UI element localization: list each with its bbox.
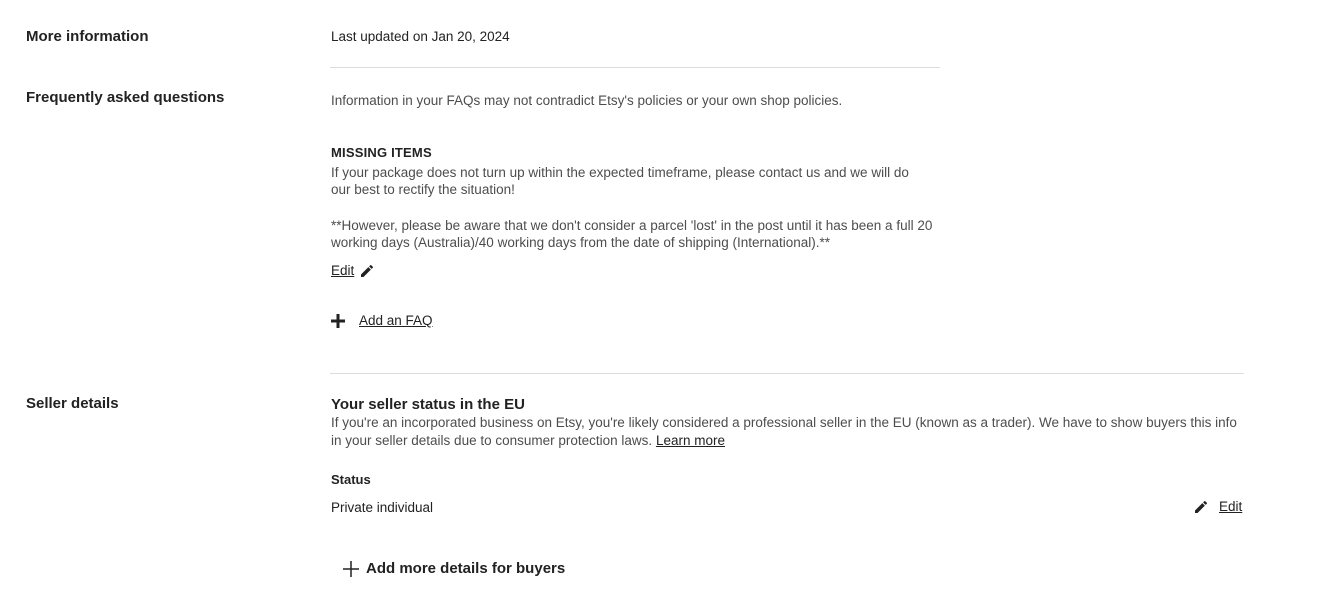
faq-item-text: **However, please be aware that we don't… <box>331 218 933 233</box>
add-faq-button[interactable]: Add an FAQ <box>331 312 433 330</box>
add-faq-label[interactable]: Add an FAQ <box>359 312 433 330</box>
faq-item-text: working days (Australia)/40 working days… <box>331 235 830 250</box>
eu-status-text: If you're an incorporated business on Et… <box>331 415 1237 430</box>
plus-icon <box>343 561 359 577</box>
learn-more-link[interactable]: Learn more <box>656 433 725 448</box>
seller-status-edit-label[interactable]: Edit <box>1219 498 1242 516</box>
pencil-icon <box>1193 499 1209 515</box>
last-updated-text: Last updated on Jan 20, 2024 <box>331 29 510 44</box>
status-value: Private individual <box>331 500 434 515</box>
divider <box>330 67 940 68</box>
faq-notice: Information in your FAQs may not contrad… <box>331 93 843 108</box>
shop-settings-page: More information Last updated on Jan 20,… <box>0 0 1327 600</box>
faq-item-text: If your package does not turn up within … <box>331 165 909 180</box>
seller-details-label: Seller details <box>26 395 119 412</box>
status-label: Status <box>331 472 371 487</box>
seller-status-edit-button[interactable]: Edit <box>1193 498 1242 516</box>
pencil-icon <box>359 263 375 279</box>
add-details-button[interactable]: Add more details for buyers <box>343 560 565 578</box>
divider <box>330 373 1244 374</box>
add-details-label[interactable]: Add more details for buyers <box>366 560 565 578</box>
eu-status-text-line: in your seller details due to consumer p… <box>331 433 653 448</box>
plus-icon <box>331 314 345 328</box>
faq-edit-button[interactable]: Edit <box>331 262 375 280</box>
eu-status-heading: Your seller status in the EU <box>331 396 525 413</box>
faq-label: Frequently asked questions <box>26 89 225 106</box>
faq-edit-label[interactable]: Edit <box>331 262 354 280</box>
more-information-label: More information <box>26 28 149 45</box>
faq-item-title: MISSING ITEMS <box>331 145 432 160</box>
eu-status-text: in your seller details due to consumer p… <box>331 432 725 450</box>
faq-item-text: our best to rectify the situation! <box>331 182 515 197</box>
